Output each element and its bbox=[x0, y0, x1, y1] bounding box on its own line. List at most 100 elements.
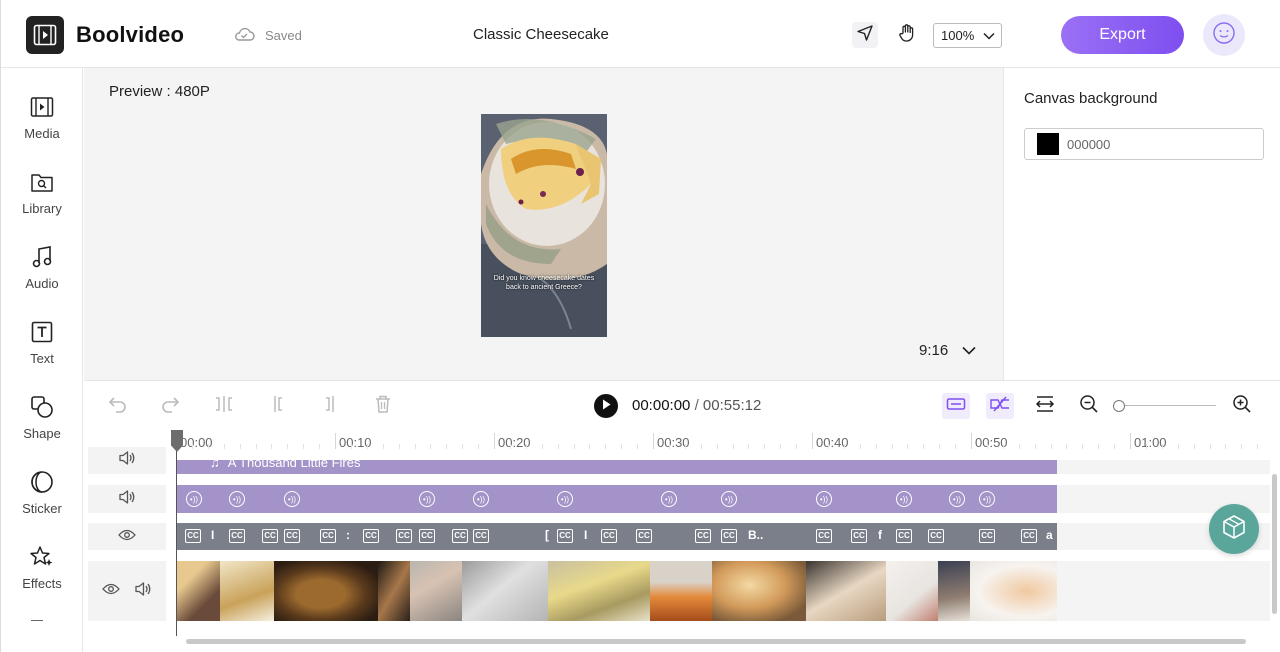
zoom-slider-handle[interactable] bbox=[1113, 400, 1125, 412]
caption-clip-row[interactable]: CC CC CC CC CC CC CC CC CC CC CC CC CC CC CC CC CC CC CC CC… bbox=[176, 523, 1057, 550]
caption-clip[interactable]: CC bbox=[816, 529, 832, 543]
video-clip-strip[interactable] bbox=[176, 561, 1057, 621]
sidebar-item-library[interactable]: Library bbox=[1, 167, 83, 227]
video-thumbnail[interactable] bbox=[806, 561, 886, 621]
ruler-minor-tick bbox=[319, 444, 321, 449]
eye-icon[interactable] bbox=[102, 582, 120, 600]
aspect-ratio-select[interactable]: 9:16 bbox=[919, 342, 976, 359]
sidebar-item-sticker[interactable]: Sticker bbox=[1, 467, 83, 527]
video-thumbnail[interactable] bbox=[650, 561, 712, 621]
sound-effect-clip[interactable]: •)) bbox=[816, 491, 832, 507]
volume-icon[interactable] bbox=[118, 489, 136, 510]
music-clip[interactable]: ♫ A Thousand Little Fires bbox=[176, 455, 1057, 474]
trim-start-button[interactable] bbox=[266, 394, 290, 418]
play-button[interactable] bbox=[594, 394, 618, 418]
video-thumbnail[interactable] bbox=[274, 561, 378, 621]
export-button[interactable]: Export bbox=[1061, 16, 1184, 54]
video-thumbnail[interactable] bbox=[378, 561, 410, 621]
sound-effect-clip[interactable]: •)) bbox=[721, 491, 737, 507]
undo-button[interactable] bbox=[106, 394, 130, 418]
caption-clip[interactable]: CC bbox=[396, 529, 412, 543]
trim-end-button[interactable] bbox=[318, 394, 342, 418]
caption-track-toggle[interactable] bbox=[942, 393, 970, 419]
horizontal-scrollbar[interactable] bbox=[186, 639, 1246, 644]
volume-icon[interactable] bbox=[118, 450, 136, 471]
volume-icon[interactable] bbox=[134, 581, 152, 602]
zoom-select[interactable]: 100% bbox=[933, 23, 1002, 48]
caption-clip[interactable]: CC bbox=[363, 529, 379, 543]
video-thumbnail[interactable] bbox=[176, 561, 220, 621]
video-thumbnail[interactable] bbox=[886, 561, 938, 621]
caption-clip[interactable]: CC bbox=[695, 529, 711, 543]
caption-clip[interactable]: CC bbox=[185, 529, 201, 543]
hand-tool-button[interactable] bbox=[894, 22, 920, 48]
zoom-slider-track[interactable] bbox=[1119, 405, 1216, 406]
eye-icon[interactable] bbox=[118, 528, 136, 546]
caption-clip[interactable]: CC bbox=[896, 529, 912, 543]
ruler-minor-tick bbox=[271, 444, 273, 449]
video-thumbnail[interactable] bbox=[938, 561, 970, 621]
video-thumbnail[interactable] bbox=[410, 561, 462, 621]
help-assistant-button[interactable] bbox=[1209, 504, 1259, 554]
split-button[interactable] bbox=[212, 394, 236, 418]
caption-clip[interactable]: CC bbox=[262, 529, 278, 543]
caption-clip[interactable]: CC bbox=[979, 529, 995, 543]
sound-effect-clip[interactable]: •)) bbox=[473, 491, 489, 507]
video-caption-overlay: Did you know cheesecake dates back to an… bbox=[493, 275, 595, 291]
canvas-color-input[interactable]: 000000 bbox=[1024, 128, 1264, 160]
color-swatch[interactable] bbox=[1037, 133, 1059, 155]
playback-timecode: 00:00:00 / 00:55:12 bbox=[632, 397, 761, 414]
caption-clip[interactable]: CC bbox=[851, 529, 867, 543]
ruler-minor-tick bbox=[1082, 444, 1084, 449]
sidebar-item-audio[interactable]: Audio bbox=[1, 242, 83, 302]
zoom-out-button[interactable] bbox=[1077, 394, 1101, 418]
caption-clip[interactable]: CC bbox=[473, 529, 489, 543]
sound-effect-clip[interactable]: •)) bbox=[284, 491, 300, 507]
zoom-out-icon bbox=[1079, 394, 1099, 419]
vertical-scrollbar[interactable] bbox=[1272, 474, 1277, 614]
video-thumbnail[interactable] bbox=[462, 561, 548, 621]
sidebar-item-text[interactable]: Text bbox=[1, 317, 83, 377]
sound-effect-clip[interactable]: •)) bbox=[896, 491, 912, 507]
user-avatar[interactable] bbox=[1203, 14, 1245, 56]
video-thumbnail[interactable] bbox=[220, 561, 274, 621]
caption-clip[interactable]: CC bbox=[928, 529, 944, 543]
caption-clip[interactable]: CC bbox=[601, 529, 617, 543]
trim-end-icon bbox=[321, 395, 339, 418]
sound-effect-clip[interactable]: •)) bbox=[557, 491, 573, 507]
fit-timeline-button[interactable] bbox=[1033, 394, 1057, 418]
zoom-in-button[interactable] bbox=[1230, 394, 1254, 418]
sidebar-more-indicator[interactable] bbox=[31, 620, 43, 621]
time-ruler[interactable]: 00:00 00:10 00:20 00:30 00:40 00:50 01:00 bbox=[84, 430, 1280, 452]
caption-clip[interactable]: CC bbox=[284, 529, 300, 543]
video-thumbnail[interactable] bbox=[970, 561, 1057, 621]
caption-clip[interactable]: CC bbox=[320, 529, 336, 543]
caption-clip[interactable]: CC bbox=[721, 529, 737, 543]
caption-clip[interactable]: CC bbox=[452, 529, 468, 543]
delete-button[interactable] bbox=[371, 394, 395, 418]
caption-clip[interactable]: CC bbox=[557, 529, 573, 543]
video-thumbnail[interactable] bbox=[548, 561, 650, 621]
caption-clip[interactable]: CC bbox=[1021, 529, 1037, 543]
sound-effect-clip-row[interactable]: •)) •)) •)) •)) •)) •)) •)) •)) •)) •)) •)) •)) bbox=[176, 485, 1057, 513]
caption-clip[interactable]: CC bbox=[636, 529, 652, 543]
caption-clip[interactable]: CC bbox=[419, 529, 435, 543]
sound-effect-clip[interactable]: •)) bbox=[229, 491, 245, 507]
sound-effect-clip[interactable]: •)) bbox=[979, 491, 995, 507]
caption-clip[interactable]: CC bbox=[229, 529, 245, 543]
sound-effect-clip[interactable]: •)) bbox=[419, 491, 435, 507]
project-title[interactable]: Classic Cheesecake bbox=[473, 26, 609, 43]
video-thumbnail[interactable] bbox=[712, 561, 806, 621]
redo-button[interactable] bbox=[158, 394, 182, 418]
video-preview[interactable]: Did you know cheesecake dates back to an… bbox=[481, 114, 607, 337]
magnet-snap-toggle[interactable] bbox=[986, 393, 1014, 419]
select-tool-button[interactable] bbox=[852, 22, 878, 48]
sound-effect-clip[interactable]: •)) bbox=[949, 491, 965, 507]
sidebar-item-shape[interactable]: Shape bbox=[1, 392, 83, 452]
sound-effect-clip[interactable]: •)) bbox=[186, 491, 202, 507]
color-hex-value: 000000 bbox=[1067, 136, 1111, 152]
sidebar-item-effects[interactable]: Effects bbox=[1, 542, 83, 602]
ruler-minor-tick bbox=[748, 444, 750, 449]
sidebar-item-media[interactable]: Media bbox=[1, 92, 83, 152]
sound-effect-clip[interactable]: •)) bbox=[661, 491, 677, 507]
